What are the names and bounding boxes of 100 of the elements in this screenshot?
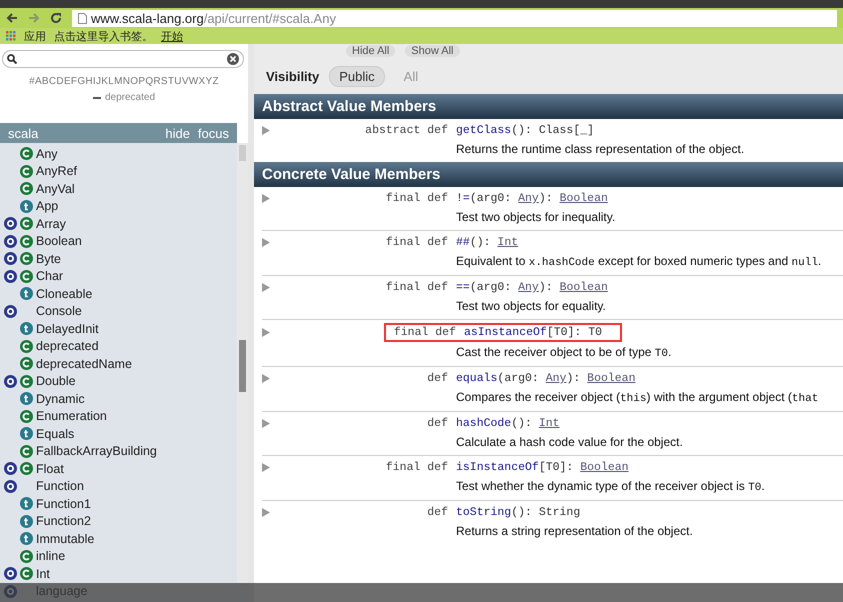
back-icon[interactable] <box>6 12 18 24</box>
expand-arrow-icon[interactable] <box>262 419 270 428</box>
order-button[interactable]: Show All <box>405 45 460 57</box>
object-icon <box>4 304 17 318</box>
member-modifiers: final def <box>384 236 449 249</box>
type-link[interactable]: Char <box>36 269 64 284</box>
type-link[interactable]: Immutable <box>36 532 94 546</box>
class-icon <box>20 340 33 353</box>
member-description: Returns a string representation of the object. <box>456 524 694 538</box>
type-link[interactable]: AnyVal <box>36 182 75 196</box>
member-description: Equivalent to x.hashCode except for boxed numeric types and null. <box>456 254 822 269</box>
type-link[interactable]: DelayedInit <box>36 322 99 336</box>
class-icon <box>20 357 33 370</box>
member-description: Compares the receiver object (this) with the argument object (that <box>456 390 820 405</box>
search-field[interactable] <box>2 50 244 68</box>
class-icon <box>20 374 33 388</box>
type-link[interactable]: Any <box>36 146 58 161</box>
class-icon <box>20 217 33 230</box>
object-icon <box>4 217 17 230</box>
trait-icon <box>20 427 33 440</box>
class-icon <box>20 550 33 563</box>
member-description: Test whether the dynamic type of the receiver object is T0. <box>456 479 766 494</box>
type-link[interactable]: Function1 <box>36 496 91 511</box>
type-link[interactable]: AnyRef <box>36 164 77 178</box>
member-signature[interactable]: isInstanceOf[T0]: Boolean <box>456 461 843 474</box>
object-icon <box>4 462 17 476</box>
member-modifiers: def <box>426 506 449 519</box>
member-description: Test two objects for inequality. <box>456 210 616 224</box>
expand-arrow-icon[interactable] <box>262 463 270 472</box>
type-link[interactable]: Function <box>36 479 84 494</box>
class-icon <box>20 252 33 266</box>
member-signature[interactable]: !=(arg0: Any): Boolean <box>456 192 843 205</box>
bookmark-hint: 点击这里导入书签。 <box>54 30 153 44</box>
object-icon <box>4 252 17 266</box>
member-signature[interactable]: ##(): Int <box>456 236 843 249</box>
section-header: Abstract Value Members <box>254 94 843 119</box>
type-link[interactable]: inline <box>36 549 66 564</box>
clear-icon[interactable] <box>227 53 239 65</box>
expand-arrow-icon[interactable] <box>262 328 270 337</box>
reload-icon[interactable] <box>50 12 62 24</box>
search-icon <box>7 54 17 64</box>
object-icon <box>4 567 17 580</box>
visibility-option[interactable]: Public <box>329 66 385 86</box>
expand-arrow-icon[interactable] <box>262 283 270 292</box>
type-link[interactable]: App <box>36 199 58 214</box>
type-link[interactable]: Cloneable <box>36 286 92 301</box>
member-description: Test two objects for equality. <box>456 299 607 313</box>
expand-arrow-icon[interactable] <box>262 194 270 203</box>
class-icon <box>20 147 33 160</box>
expand-arrow-icon[interactable] <box>262 508 270 517</box>
member-signature[interactable]: getClass(): Class[_] <box>456 124 843 137</box>
expand-arrow-icon[interactable] <box>262 126 270 135</box>
member-signature[interactable]: equals(arg0: Any): Boolean <box>456 372 843 385</box>
expand-arrow-icon[interactable] <box>262 238 270 247</box>
section-header: Concrete Value Members <box>254 162 843 187</box>
class-icon <box>20 164 33 178</box>
type-link[interactable]: Console <box>36 304 82 318</box>
order-button[interactable]: Hide All <box>346 45 396 57</box>
type-link[interactable]: Byte <box>36 252 62 266</box>
type-link[interactable]: Equals <box>36 426 74 441</box>
trait-icon <box>20 322 33 336</box>
type-link[interactable]: Double <box>36 374 76 388</box>
trait-icon <box>20 497 33 510</box>
letter-index[interactable]: #ABCDEFGHIJKLMNOPQRSTUVWXYZ <box>0 76 248 87</box>
type-link[interactable]: FallbackArrayBuilding <box>36 444 157 458</box>
type-link[interactable]: Boolean <box>36 234 82 248</box>
forward-icon[interactable] <box>28 12 40 24</box>
member-modifiers: def <box>426 372 449 385</box>
type-link[interactable]: Dynamic <box>36 392 85 406</box>
bookmark-item[interactable]: 应用 <box>24 28 46 44</box>
type-link[interactable]: deprecated <box>36 339 99 354</box>
member-signature[interactable]: asInstanceOf[T0]: T0 <box>464 326 602 339</box>
trait-icon <box>20 514 33 528</box>
class-icon <box>20 270 33 283</box>
deprecated-filter[interactable]: deprecated <box>104 92 156 103</box>
object-icon <box>4 270 17 283</box>
type-link[interactable]: Enumeration <box>36 409 107 424</box>
apps-icon[interactable] <box>6 31 16 41</box>
member-signature[interactable]: ==(arg0: Any): Boolean <box>456 281 843 294</box>
member-signature[interactable]: toString(): String <box>456 506 843 519</box>
member-description: Returns the runtime class representation of the object. <box>456 142 746 156</box>
object-icon <box>4 374 17 388</box>
member-modifiers: abstract def <box>364 124 449 137</box>
expand-arrow-icon[interactable] <box>262 374 270 383</box>
dash-icon <box>92 96 101 98</box>
type-link[interactable]: Function2 <box>36 514 91 528</box>
member-modifiers: def <box>426 417 449 430</box>
class-icon <box>20 234 33 248</box>
type-link[interactable]: Array <box>36 216 66 231</box>
class-icon <box>20 567 33 580</box>
member-signature[interactable]: hashCode(): Int <box>456 417 843 430</box>
class-icon <box>20 410 33 423</box>
trait-icon <box>20 392 33 406</box>
bookmark-link[interactable]: 开始 <box>161 28 183 44</box>
type-link[interactable]: Float <box>36 462 64 476</box>
address-bar[interactable]: www.scala-lang.org/api/current/#scala.Any <box>72 10 837 26</box>
scrollbar[interactable] <box>237 143 248 583</box>
member-description: Cast the receiver object to be of type T0. <box>456 345 672 360</box>
type-link[interactable]: Int <box>36 566 50 581</box>
type-link[interactable]: deprecatedName <box>36 356 132 371</box>
